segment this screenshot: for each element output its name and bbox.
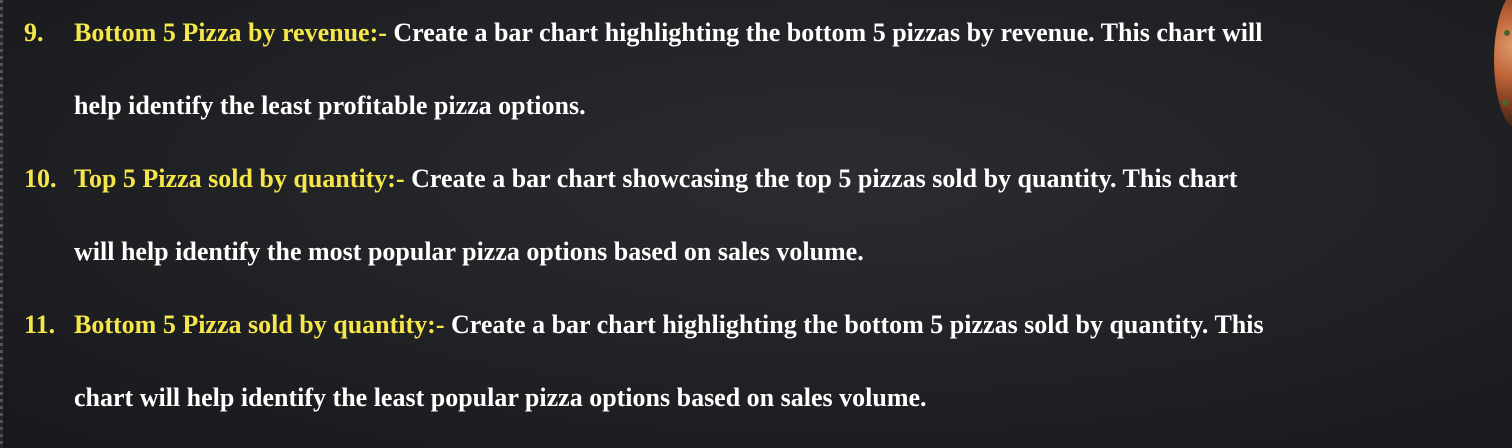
item-heading: Bottom 5 Pizza sold by quantity:- <box>74 310 445 339</box>
list-item-9-line-1: 9. Bottom 5 Pizza by revenue:- Create a b… <box>24 18 1262 48</box>
item-description: Create a bar chart highlighting the bott… <box>451 310 1264 339</box>
list-item-11-line-1: 11. Bottom 5 Pizza sold by quantity:- Cre… <box>24 310 1264 340</box>
topping-dot <box>1504 30 1510 36</box>
list-item-9-line-2: help identify the least profitable pizza… <box>74 91 586 120</box>
list-item-10-line-2: will help identify the most popular pizz… <box>74 237 864 266</box>
item-description: Create a bar chart showcasing the top 5 … <box>411 164 1238 193</box>
item-number: 10. <box>24 164 57 193</box>
item-heading: Bottom 5 Pizza by revenue:- <box>74 18 387 47</box>
left-edge-divider <box>0 0 3 448</box>
list-item-10-line-1: 10. Top 5 Pizza sold by quantity:- Create… <box>24 164 1237 194</box>
item-description: Create a bar chart highlighting the bott… <box>393 18 1263 47</box>
slide: 9. Bottom 5 Pizza by revenue:- Create a b… <box>0 0 1512 448</box>
pizza-slice-image <box>1494 0 1512 130</box>
item-number: 11. <box>24 310 56 339</box>
topping-dot <box>1502 100 1508 106</box>
list-item-11-line-2: chart will help identify the least popul… <box>74 383 927 412</box>
item-number: 9. <box>24 18 44 47</box>
item-heading: Top 5 Pizza sold by quantity:- <box>74 164 405 193</box>
